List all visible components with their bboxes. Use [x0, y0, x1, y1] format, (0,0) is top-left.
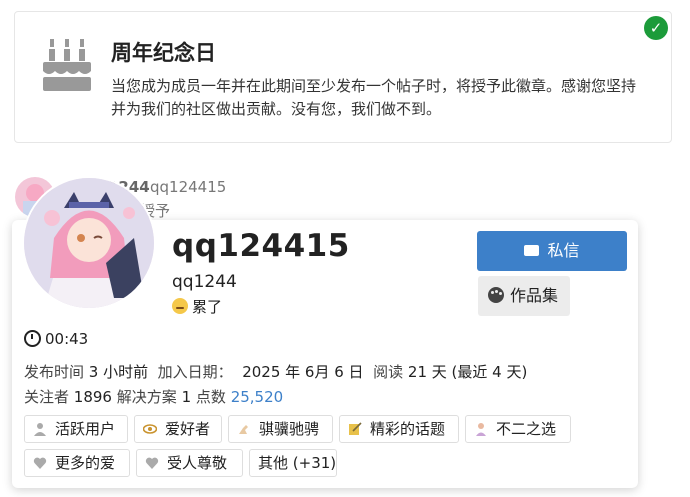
- envelope-icon: [524, 245, 540, 256]
- user-meta-stats: 关注者 1896 解决方案 1 点数 25,520: [24, 386, 283, 407]
- badge-title: 周年纪念日: [111, 41, 216, 65]
- points-label: 点数: [195, 388, 226, 406]
- palette-icon: [488, 287, 504, 303]
- badge-description: 当您成为成员一年并在此期间至少发布一个帖子时，将授予此徽章。感谢您坚持并为我们的…: [111, 77, 637, 118]
- followers-label: 关注者: [24, 388, 70, 406]
- display-name: qq1244: [172, 272, 237, 292]
- followers-value[interactable]: 1896: [74, 388, 112, 406]
- person-icon: [476, 423, 486, 436]
- sleepy-face-icon: [172, 298, 188, 314]
- badge-tag[interactable]: 不二之选: [465, 415, 571, 443]
- badge-tag-more[interactable]: 其他 (+31): [249, 449, 337, 477]
- joined-label: 加入日期：: [157, 363, 233, 381]
- badge-tag[interactable]: 爱好者: [134, 415, 222, 443]
- local-time: 00:43: [24, 330, 88, 348]
- status-text: 累了: [192, 298, 223, 316]
- username[interactable]: qq124415: [172, 228, 350, 264]
- portfolio-button-label: 作品集: [510, 286, 559, 305]
- eye-icon: [143, 424, 157, 434]
- message-button[interactable]: 私信: [477, 231, 627, 271]
- read-label: 阅读: [373, 363, 404, 381]
- heart-icon: [33, 457, 47, 469]
- badge-tag[interactable]: 受人尊敬: [136, 449, 243, 477]
- check-circle-icon: ✓: [644, 16, 668, 40]
- posted-label: 发布时间: [24, 363, 85, 381]
- badge-tag[interactable]: 活跃用户: [24, 415, 128, 443]
- birthday-cake-icon: [43, 39, 91, 91]
- background-username[interactable]: qq124415: [150, 178, 226, 196]
- user-meta-dates: 发布时间 3 小时前 加入日期： 2025 年 6月 6 日 阅读 21 天 (…: [24, 361, 527, 382]
- badge-tag[interactable]: 精彩的话题: [339, 415, 459, 443]
- portfolio-button[interactable]: 作品集: [478, 276, 570, 316]
- badge-card: 周年纪念日 当您成为成员一年并在此期间至少发布一个帖子时，将授予此徽章。感谢您坚…: [14, 11, 672, 143]
- local-time-value: 00:43: [45, 330, 89, 348]
- notes-icon: [349, 422, 362, 435]
- read-value: 21 天 (最近 4 天): [407, 363, 528, 381]
- badge-tag[interactable]: 骐骥驰骋: [228, 415, 333, 443]
- badge-tag[interactable]: 更多的爱: [24, 449, 130, 477]
- posted-value[interactable]: 3 小时前: [89, 363, 148, 381]
- heart-icon: [145, 457, 159, 469]
- avatar[interactable]: [24, 178, 154, 308]
- clock-icon: [24, 330, 41, 347]
- user-icon: [34, 423, 46, 436]
- points-value[interactable]: 25,520: [231, 388, 284, 406]
- user-status: 累了: [172, 296, 222, 317]
- joined-value: 2025 年 6月 6 日: [242, 363, 364, 381]
- message-button-label: 私信: [547, 241, 580, 260]
- solutions-label: 解决方案: [116, 388, 177, 406]
- horse-icon: [239, 425, 248, 434]
- solutions-value: 1: [181, 388, 192, 406]
